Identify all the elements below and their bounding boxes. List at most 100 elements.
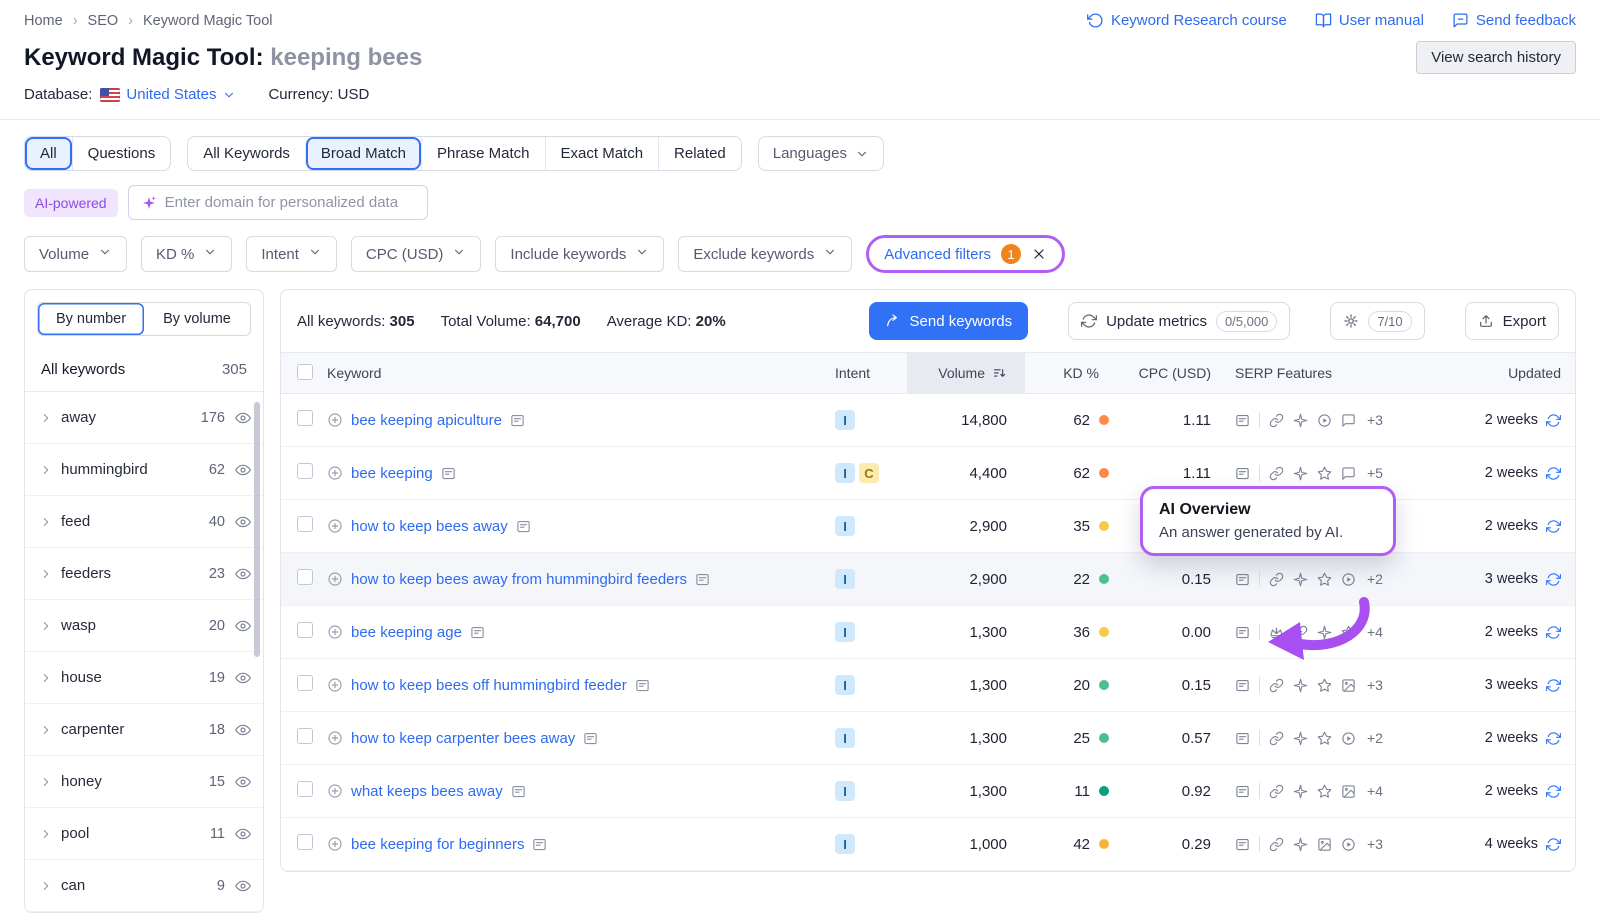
keyword-link[interactable]: how to keep bees away bbox=[351, 516, 508, 537]
keyword-link[interactable]: bee keeping apiculture bbox=[351, 410, 502, 431]
tab-questions[interactable]: Questions bbox=[72, 137, 171, 170]
domain-input[interactable] bbox=[165, 194, 415, 211]
sidebar-item-carpenter[interactable]: carpenter18 bbox=[25, 704, 263, 756]
serp-preview-icon[interactable] bbox=[511, 784, 526, 799]
refresh-metrics-icon[interactable] bbox=[1546, 572, 1561, 587]
row-checkbox[interactable] bbox=[297, 834, 313, 850]
filter-volume[interactable]: Volume bbox=[24, 236, 127, 272]
add-keyword-icon[interactable] bbox=[327, 730, 343, 746]
manage-columns-button[interactable]: 7/10 bbox=[1330, 302, 1424, 340]
eye-icon[interactable] bbox=[235, 774, 251, 790]
row-checkbox[interactable] bbox=[297, 463, 313, 479]
database-selector[interactable]: United States bbox=[100, 86, 236, 103]
sidebar-item-feed[interactable]: feed40 bbox=[25, 496, 263, 548]
row-checkbox[interactable] bbox=[297, 728, 313, 744]
sidebar-scrollbar[interactable] bbox=[254, 402, 260, 657]
row-checkbox[interactable] bbox=[297, 622, 313, 638]
sidebar-all-keywords[interactable]: All keywords 305 bbox=[25, 348, 263, 392]
serp-more-count[interactable]: +4 bbox=[1367, 783, 1383, 799]
sidebar-toggle-by-volume[interactable]: By volume bbox=[144, 303, 250, 335]
column-serp-features[interactable]: SERP Features bbox=[1229, 365, 1447, 381]
serp-more-count[interactable]: +3 bbox=[1367, 836, 1383, 852]
serp-more-count[interactable]: +3 bbox=[1367, 412, 1383, 428]
sidebar-item-house[interactable]: house19 bbox=[25, 652, 263, 704]
filter-exclude-keywords[interactable]: Exclude keywords bbox=[678, 236, 852, 272]
tab-related[interactable]: Related bbox=[658, 137, 741, 170]
refresh-metrics-icon[interactable] bbox=[1546, 784, 1561, 799]
eye-icon[interactable] bbox=[235, 462, 251, 478]
eye-icon[interactable] bbox=[235, 878, 251, 894]
refresh-metrics-icon[interactable] bbox=[1546, 519, 1561, 534]
add-keyword-icon[interactable] bbox=[327, 518, 343, 534]
column-intent[interactable]: Intent bbox=[835, 365, 907, 381]
add-keyword-icon[interactable] bbox=[327, 677, 343, 693]
column-cpc[interactable]: CPC (USD) bbox=[1117, 365, 1229, 381]
export-button[interactable]: Export bbox=[1465, 302, 1559, 340]
advanced-filters-button[interactable]: Advanced filters bbox=[884, 246, 991, 263]
refresh-metrics-icon[interactable] bbox=[1546, 678, 1561, 693]
serp-preview-icon[interactable] bbox=[510, 413, 525, 428]
tab-all[interactable]: All bbox=[25, 137, 72, 170]
sidebar-item-feeders[interactable]: feeders23 bbox=[25, 548, 263, 600]
serp-more-count[interactable]: +3 bbox=[1367, 677, 1383, 693]
tab-broad-match[interactable]: Broad Match bbox=[305, 137, 421, 170]
add-keyword-icon[interactable] bbox=[327, 465, 343, 481]
filter-cpc-usd[interactable]: CPC (USD) bbox=[351, 236, 482, 272]
tab-exact-match[interactable]: Exact Match bbox=[545, 137, 659, 170]
select-all-checkbox[interactable] bbox=[297, 364, 313, 380]
serp-preview-icon[interactable] bbox=[583, 731, 598, 746]
eye-icon[interactable] bbox=[235, 826, 251, 842]
sidebar-item-hummingbird[interactable]: hummingbird62 bbox=[25, 444, 263, 496]
keyword-link[interactable]: how to keep carpenter bees away bbox=[351, 728, 575, 749]
serp-preview-icon[interactable] bbox=[635, 678, 650, 693]
sidebar-item-can[interactable]: can9 bbox=[25, 860, 263, 912]
serp-more-count[interactable]: +2 bbox=[1367, 571, 1383, 587]
eye-icon[interactable] bbox=[235, 514, 251, 530]
filter-kd[interactable]: KD % bbox=[141, 236, 232, 272]
tab-all-keywords[interactable]: All Keywords bbox=[188, 137, 305, 170]
row-checkbox[interactable] bbox=[297, 516, 313, 532]
row-checkbox[interactable] bbox=[297, 781, 313, 797]
sidebar-item-away[interactable]: away176 bbox=[25, 392, 263, 444]
sidebar-toggle-by-number[interactable]: By number bbox=[38, 303, 144, 335]
keyword-link[interactable]: bee keeping age bbox=[351, 622, 462, 643]
column-updated[interactable]: Updated bbox=[1447, 365, 1575, 381]
refresh-metrics-icon[interactable] bbox=[1546, 625, 1561, 640]
column-volume[interactable]: Volume bbox=[907, 353, 1025, 393]
keyword-link[interactable]: bee keeping for beginners bbox=[351, 834, 524, 855]
keyword-link[interactable]: bee keeping bbox=[351, 463, 433, 484]
languages-dropdown[interactable]: Languages bbox=[758, 136, 884, 171]
header-link-keyword-research-course[interactable]: Keyword Research course bbox=[1087, 12, 1287, 29]
add-keyword-icon[interactable] bbox=[327, 571, 343, 587]
row-checkbox[interactable] bbox=[297, 569, 313, 585]
eye-icon[interactable] bbox=[235, 618, 251, 634]
serp-preview-icon[interactable] bbox=[532, 837, 547, 852]
serp-preview-icon[interactable] bbox=[695, 572, 710, 587]
tab-phrase-match[interactable]: Phrase Match bbox=[421, 137, 545, 170]
keyword-link[interactable]: how to keep bees away from hummingbird f… bbox=[351, 569, 687, 590]
keyword-link[interactable]: what keeps bees away bbox=[351, 781, 503, 802]
column-kd[interactable]: KD % bbox=[1025, 365, 1117, 381]
sidebar-item-honey[interactable]: honey15 bbox=[25, 756, 263, 808]
eye-icon[interactable] bbox=[235, 722, 251, 738]
serp-preview-icon[interactable] bbox=[470, 625, 485, 640]
add-keyword-icon[interactable] bbox=[327, 836, 343, 852]
add-keyword-icon[interactable] bbox=[327, 412, 343, 428]
filter-include-keywords[interactable]: Include keywords bbox=[495, 236, 664, 272]
filter-intent[interactable]: Intent bbox=[246, 236, 337, 272]
header-link-user-manual[interactable]: User manual bbox=[1315, 12, 1424, 29]
eye-icon[interactable] bbox=[235, 670, 251, 686]
header-link-send-feedback[interactable]: Send feedback bbox=[1452, 12, 1576, 29]
refresh-metrics-icon[interactable] bbox=[1546, 413, 1561, 428]
serp-more-count[interactable]: +2 bbox=[1367, 730, 1383, 746]
keyword-link[interactable]: how to keep bees off hummingbird feeder bbox=[351, 675, 627, 696]
send-keywords-button[interactable]: Send keywords bbox=[869, 302, 1029, 340]
close-icon[interactable] bbox=[1031, 246, 1047, 262]
column-keyword[interactable]: Keyword bbox=[327, 365, 835, 381]
serp-more-count[interactable]: +5 bbox=[1367, 465, 1383, 481]
sidebar-item-pool[interactable]: pool11 bbox=[25, 808, 263, 860]
refresh-metrics-icon[interactable] bbox=[1546, 466, 1561, 481]
serp-preview-icon[interactable] bbox=[441, 466, 456, 481]
eye-icon[interactable] bbox=[235, 566, 251, 582]
row-checkbox[interactable] bbox=[297, 410, 313, 426]
